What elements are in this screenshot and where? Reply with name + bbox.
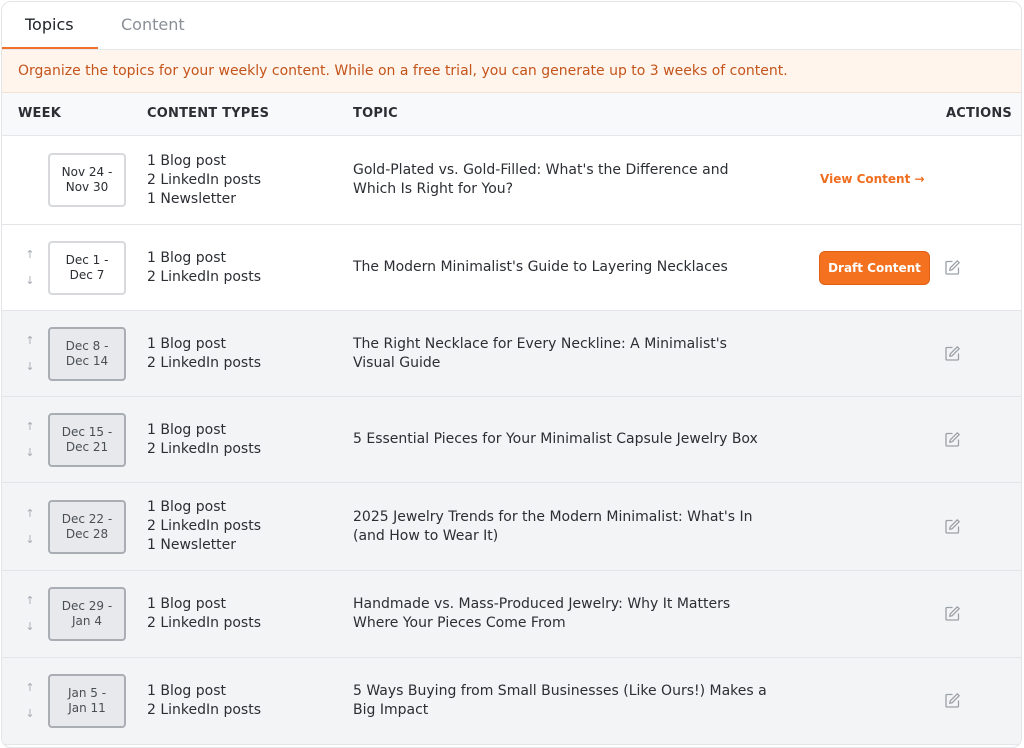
column-header-actions: ACTIONS — [946, 106, 1013, 121]
move-down-arrow-icon[interactable]: ↓ — [23, 274, 37, 287]
week-card[interactable]: Dec 8 - Dec 14 — [48, 326, 126, 381]
content-types-list: 1 Blog post 2 LinkedIn posts — [147, 249, 261, 287]
move-up-arrow-icon[interactable]: ↑ — [23, 334, 37, 347]
topic-title: Gold-Plated vs. Gold-Filled: What's the … — [353, 162, 729, 197]
week-card[interactable]: Dec 22 - Dec 28 — [48, 499, 126, 554]
tab-topics[interactable]: Topics — [25, 15, 74, 35]
content-type-item: 2 LinkedIn posts — [147, 354, 262, 371]
move-down-arrow-icon[interactable]: ↓ — [23, 360, 37, 373]
edit-icon[interactable] — [944, 431, 961, 448]
tab-content[interactable]: Content — [121, 15, 185, 35]
week-range: Dec 15 - Dec 21 — [61, 424, 113, 454]
week-range: Dec 8 - Dec 14 — [65, 338, 109, 368]
table-row: ↑ ↓ Dec 8 - Dec 14 1 Blog post 2 LinkedIn po… — [2, 311, 1021, 397]
content-type-item: 2 LinkedIn posts — [147, 171, 262, 188]
move-up-arrow-icon[interactable]: ↑ — [23, 682, 37, 694]
content-types-list: 1 Blog post 2 LinkedIn posts — [147, 595, 261, 633]
table-row: ↑ ↓ Jan 5 - Jan 11 1 Blog post 2 LinkedIn po… — [2, 658, 1021, 745]
topic-title: Handmade vs. Mass-Produced Jewelry: Why … — [353, 596, 731, 631]
edit-icon[interactable] — [944, 605, 961, 622]
week-card[interactable]: Nov 24 - Nov 30 — [48, 153, 126, 207]
week-range: Dec 1 - Dec 7 — [65, 252, 109, 282]
column-header-content-types: CONTENT TYPES — [147, 106, 270, 121]
table-header: WEEK CONTENT TYPES TOPIC ACTIONS — [2, 93, 1021, 136]
move-down-arrow-icon[interactable]: ↓ — [23, 708, 37, 720]
table-row: ↑ ↓ Dec 15 - Dec 21 1 Blog post 2 LinkedIn p… — [2, 397, 1021, 483]
topics-panel: Topics Content Organize the topics for y… — [1, 1, 1022, 748]
edit-icon[interactable] — [944, 518, 961, 535]
content-type-item: 1 Blog post — [147, 499, 226, 515]
week-card[interactable]: Dec 29 - Jan 4 — [48, 587, 126, 641]
table-row: ↑ ↓ Dec 22 - Dec 28 1 Blog post 2 LinkedIn p… — [2, 483, 1021, 571]
edit-icon[interactable] — [944, 692, 961, 709]
content-types-list: 1 Blog post 2 LinkedIn posts — [147, 335, 261, 373]
topic-title: 2025 Jewelry Trends for the Modern Minim… — [353, 508, 753, 544]
move-down-arrow-icon[interactable]: ↓ — [23, 533, 37, 546]
content-type-item: 2 LinkedIn posts — [147, 268, 262, 285]
week-card[interactable]: Jan 5 - Jan 11 — [48, 674, 126, 728]
move-up-arrow-icon[interactable]: ↑ — [23, 595, 37, 607]
content-types-list: 1 Blog post 2 LinkedIn posts — [147, 682, 261, 720]
topic-title: The Modern Minimalist's Guide to Layerin… — [353, 259, 728, 275]
content-type-item: 1 Newsletter — [147, 190, 237, 207]
content-type-item: 2 LinkedIn posts — [147, 518, 262, 534]
tab-bar: Topics Content — [2, 2, 1021, 50]
content-type-item: 1 Blog post — [147, 421, 226, 438]
topic-title: The Right Necklace for Every Neckline: A… — [353, 335, 727, 371]
table-row: ↑ ↓ Dec 29 - Jan 4 1 Blog post 2 LinkedIn po… — [2, 571, 1021, 658]
content-type-item: 1 Blog post — [147, 152, 226, 169]
view-content-link[interactable]: View Content → — [820, 172, 925, 186]
move-down-arrow-icon[interactable]: ↓ — [23, 446, 37, 459]
content-type-item: 1 Blog post — [147, 683, 226, 699]
banner-text: Organize the topics for your weekly cont… — [18, 63, 788, 79]
move-up-arrow-icon[interactable]: ↑ — [23, 420, 37, 433]
content-types-list: 1 Blog post 2 LinkedIn posts — [147, 421, 261, 459]
edit-icon[interactable] — [944, 345, 961, 362]
week-range: Dec 22 - Dec 28 — [61, 511, 113, 541]
content-type-item: 2 LinkedIn posts — [147, 440, 262, 457]
column-header-week: WEEK — [18, 106, 61, 121]
content-types-list: 1 Blog post 2 LinkedIn posts 1 Newsletter — [147, 498, 261, 555]
edit-icon[interactable] — [944, 259, 961, 276]
active-tab-indicator — [2, 47, 98, 49]
week-range: Nov 24 - Nov 30 — [61, 165, 113, 194]
move-down-arrow-icon[interactable]: ↓ — [23, 621, 37, 633]
table-row: Nov 24 - Nov 30 1 Blog post 2 LinkedIn pos… — [2, 136, 1021, 225]
content-type-item: 1 Newsletter — [147, 537, 237, 553]
content-types-list: 1 Blog post 2 LinkedIn posts 1 Newsletter — [147, 152, 261, 209]
draft-content-button[interactable]: Draft Content — [819, 250, 930, 285]
week-range: Jan 5 - Jan 11 — [67, 686, 107, 715]
move-up-arrow-icon[interactable]: ↑ — [23, 248, 37, 261]
topic-title: 5 Essential Pieces for Your Minimalist C… — [353, 431, 758, 447]
topic-rows: Nov 24 - Nov 30 1 Blog post 2 LinkedIn pos… — [2, 136, 1021, 745]
free-trial-banner: Organize the topics for your weekly cont… — [2, 50, 1021, 93]
content-type-item: 1 Blog post — [147, 596, 226, 612]
topic-title: 5 Ways Buying from Small Businesses (Lik… — [353, 683, 767, 718]
column-header-topic: TOPIC — [353, 106, 398, 121]
move-up-arrow-icon[interactable]: ↑ — [23, 507, 37, 520]
content-type-item: 1 Blog post — [147, 335, 226, 352]
content-type-item: 2 LinkedIn posts — [147, 702, 262, 718]
table-row: ↑ ↓ Dec 1 - Dec 7 1 Blog post 2 LinkedIn pos… — [2, 225, 1021, 311]
content-type-item: 2 LinkedIn posts — [147, 615, 262, 631]
week-card[interactable]: Dec 15 - Dec 21 — [48, 412, 126, 467]
week-card[interactable]: Dec 1 - Dec 7 — [48, 240, 126, 295]
week-range: Dec 29 - Jan 4 — [61, 599, 113, 628]
content-type-item: 1 Blog post — [147, 249, 226, 266]
